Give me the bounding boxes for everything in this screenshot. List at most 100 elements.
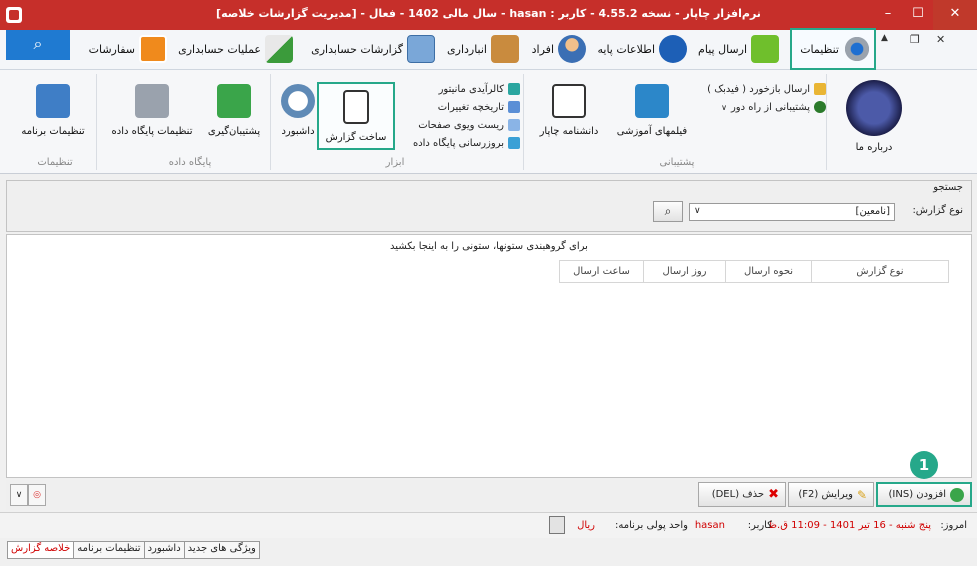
search-panel: جستجو نوع گزارش: [نامعین] ∨ ⌕ xyxy=(6,180,972,232)
monitor-icon xyxy=(508,119,520,131)
plus-circle-icon xyxy=(950,487,964,502)
feedback-button[interactable]: ارسال بازخورد ( فیدبک ) xyxy=(707,80,826,98)
tab-send-message[interactable]: ارسال پیام xyxy=(698,31,782,67)
add-button[interactable]: افزودن (INS) xyxy=(876,482,972,507)
chevron-down-icon: ∨ xyxy=(694,206,701,216)
search-icon[interactable]: ⌕ xyxy=(6,30,70,60)
gauge-icon xyxy=(281,84,315,118)
tab-label: اطلاعات پایه xyxy=(597,42,655,56)
tab-settings[interactable]: تنظیمات xyxy=(790,28,876,70)
document-icon xyxy=(343,90,369,124)
search-button[interactable]: ⌕ xyxy=(653,201,683,222)
edit-button[interactable]: ✎ ویرایش (F2) xyxy=(788,482,874,507)
reports-grid[interactable]: برای گروهبندی ستونها، ستونی را به اینجا … xyxy=(6,234,972,478)
globe-icon xyxy=(814,101,826,113)
today-value: پنج شنبه - 16 تیر 1401 - 11:09 ق.ظ xyxy=(767,520,931,531)
maximize-button[interactable]: ☐ xyxy=(903,0,933,30)
book-mouse-icon xyxy=(552,84,586,118)
group-by-hint: برای گروهبندی ستونها، ستونی را به اینجا … xyxy=(390,241,588,252)
feedback-icon xyxy=(814,83,826,95)
dropdown-arrow-icon[interactable]: ∨ xyxy=(10,484,28,506)
ribbon-panel: درباره ما ارسال بازخورد ( فیدبک ) پشتیبا… xyxy=(0,70,977,174)
tab-base-info[interactable]: اطلاعات پایه xyxy=(596,31,690,67)
quill-icon xyxy=(846,80,902,136)
tab-label: افراد xyxy=(531,42,554,56)
tab-label: عملیات حسابداری xyxy=(178,42,261,56)
title-bar: نرم‌افزار چاپار - نسخه 4.55.2 - کاربر : … xyxy=(0,0,977,30)
backup-drive-icon xyxy=(217,84,251,118)
program-settings-button[interactable]: تنظیمات برنامه xyxy=(16,84,90,137)
tab-accounting-reports[interactable]: گزارشات حسابداری xyxy=(306,31,438,67)
separator xyxy=(523,74,524,170)
action-toolbar: ∨ ◎ افزودن (INS) ✎ ویرایش (F2) ✖ حذف (DE… xyxy=(6,480,972,510)
remote-support-button[interactable]: پشتیبانی از راه دور ∨ xyxy=(721,98,826,116)
delete-x-icon: ✖ xyxy=(768,487,779,502)
doc-tab-program-settings[interactable]: تنظیمات برنامه xyxy=(73,541,145,559)
currency-value: ریال xyxy=(577,520,595,531)
gear-icon xyxy=(843,35,871,63)
database-icon xyxy=(508,137,520,149)
delete-button[interactable]: ✖ حذف (DEL) xyxy=(698,482,786,507)
tab-label: سفارشات xyxy=(88,42,135,56)
group-tools-label: ابزار xyxy=(385,157,405,168)
checklist-icon xyxy=(139,35,167,63)
boxes-icon xyxy=(491,35,519,63)
tab-people[interactable]: افراد xyxy=(531,31,589,67)
chapar-encyclopedia-button[interactable]: دانشنامه چاپار xyxy=(532,84,606,137)
ribbon-tabs: ⌕ سفارشات عملیات حسابداری گزارشات حسابدا… xyxy=(0,28,977,70)
training-videos-button[interactable]: فیلمهای آموزشی xyxy=(607,84,697,137)
separator xyxy=(270,74,271,170)
minimize-button[interactable]: – xyxy=(873,0,903,30)
pencil-icon: ✎ xyxy=(856,487,867,502)
group-support-label: پشتیبانی xyxy=(659,157,695,168)
user-label: کاربر: xyxy=(747,520,772,531)
ribbon-restore-icon[interactable]: ❐ xyxy=(910,33,920,46)
tab-accounting-ops[interactable]: عملیات حسابداری xyxy=(174,31,296,67)
today-label: امروز: xyxy=(940,520,967,531)
user-value: hasan xyxy=(694,520,725,531)
group-db-label: پایگاه داده xyxy=(168,157,212,168)
doc-tab-report-summary[interactable]: خلاصه گزارش xyxy=(7,541,75,559)
column-header-send-day[interactable]: روز ارسال xyxy=(643,260,725,283)
info-icon xyxy=(659,35,687,63)
money-chart-icon xyxy=(265,35,293,63)
column-header-send-time[interactable]: ساعت ارسال xyxy=(559,260,643,283)
db-settings-button[interactable]: تنظیمات پایگاه داده xyxy=(104,84,200,137)
change-history-button[interactable]: تاریخچه تغییرات xyxy=(438,98,520,116)
phone-icon xyxy=(508,83,520,95)
tab-warehouse[interactable]: انبارداری xyxy=(442,31,522,67)
column-header-send-method[interactable]: نحوه ارسال xyxy=(725,260,811,283)
currency-label: واحد پولی برنامه: xyxy=(615,520,688,531)
report-type-select[interactable]: [نامعین] ∨ xyxy=(689,203,895,221)
ribbon-close-icon[interactable]: ✕ xyxy=(936,33,945,46)
reset-pages-button[interactable]: ریست ویوی صفحات xyxy=(418,116,520,134)
monitor-calendar-button[interactable]: کالرآیدی مانیتور xyxy=(439,80,520,98)
video-icon xyxy=(635,84,669,118)
report-type-value: [نامعین] xyxy=(855,206,890,217)
dashboard-button[interactable]: داشبورد xyxy=(276,84,320,137)
about-button[interactable]: درباره ما xyxy=(836,74,912,170)
notebook-icon xyxy=(407,35,435,63)
chevron-down-icon: ∨ xyxy=(721,102,727,112)
column-header-report-type[interactable]: نوع گزارش xyxy=(811,260,949,283)
status-bar: امروز: پنج شنبه - 16 تیر 1401 - 11:09 ق.… xyxy=(0,512,977,538)
tab-label: ارسال پیام xyxy=(698,42,747,56)
ribbon-collapse-icon[interactable]: ▲ xyxy=(881,33,888,43)
build-report-button[interactable]: ساخت گزارش xyxy=(317,82,395,150)
backup-button[interactable]: پشتیبان‌گیری xyxy=(200,84,268,137)
tab-orders[interactable]: سفارشات xyxy=(78,31,170,67)
person-icon xyxy=(558,35,586,63)
report-type-label: نوع گزارش: xyxy=(912,205,963,216)
separator xyxy=(826,74,827,170)
window-icon xyxy=(36,84,70,118)
close-button[interactable]: ✕ xyxy=(933,0,977,30)
calculator-icon[interactable] xyxy=(549,516,565,534)
tab-label: گزارشات حسابداری xyxy=(311,42,403,56)
update-db-button[interactable]: بروزرسانی پایگاه داده xyxy=(413,134,520,152)
doc-tab-new-features[interactable]: ویژگی های جدید xyxy=(183,541,260,559)
step-badge: 1 xyxy=(910,451,938,479)
history-icon xyxy=(508,101,520,113)
group-settings-label: تنظیمات xyxy=(37,157,73,168)
doc-tab-dashboard[interactable]: داشبورد xyxy=(143,541,185,559)
lifebuoy-icon[interactable]: ◎ xyxy=(28,484,46,506)
